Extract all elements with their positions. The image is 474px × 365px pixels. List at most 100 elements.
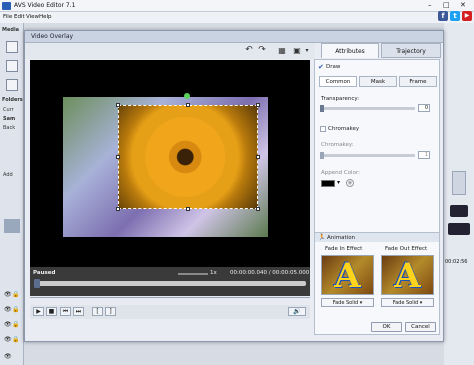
- eye-icon[interactable]: 👁: [4, 336, 12, 343]
- dialog-titlebar: Video Overlay: [25, 31, 443, 43]
- folder-item[interactable]: Curr: [3, 107, 23, 115]
- mode-frame-label: Frame: [409, 79, 427, 85]
- seek-knob[interactable]: [34, 279, 40, 288]
- transparency-knob[interactable]: [320, 105, 324, 112]
- preview-panel: Paused 1x 00:00:00.040 / 00:00:05.000: [30, 60, 310, 296]
- chevron-down-icon[interactable]: ▾: [301, 45, 313, 56]
- mode-mask[interactable]: Mask: [359, 76, 397, 87]
- media-button-3[interactable]: [6, 79, 18, 91]
- eyedropper-icon[interactable]: ◉: [346, 179, 354, 187]
- playback-status: Paused 1x 00:00:00.040 / 00:00:05.000: [30, 269, 310, 279]
- color-swatch[interactable]: [321, 180, 335, 187]
- resize-handle[interactable]: [116, 207, 120, 211]
- fade-out-preview[interactable]: A: [381, 255, 434, 296]
- chevron-down-icon[interactable]: ▾: [337, 179, 340, 186]
- grid-icon[interactable]: ▦: [276, 45, 288, 56]
- twitter-icon[interactable]: t: [450, 11, 460, 21]
- thumbnail[interactable]: [4, 219, 20, 233]
- add-button[interactable]: Add: [3, 172, 23, 180]
- ok-button[interactable]: OK: [371, 322, 402, 332]
- chromakey-slider[interactable]: [321, 154, 415, 157]
- transparency-label: Transparency:: [321, 96, 360, 102]
- eye-icon[interactable]: 👁: [4, 291, 12, 298]
- menu-file[interactable]: File: [3, 14, 12, 20]
- mark-out-button[interactable]: ]: [105, 307, 116, 316]
- animation-label: Animation: [327, 235, 356, 241]
- folder-item[interactable]: Sam: [3, 116, 23, 124]
- cancel-label: Cancel: [411, 324, 430, 330]
- video-canvas: [30, 60, 310, 267]
- youtube-icon[interactable]: ▶: [462, 11, 472, 21]
- resize-handle[interactable]: [116, 155, 120, 159]
- seek-bar[interactable]: [34, 281, 306, 286]
- resize-handle[interactable]: [116, 103, 120, 107]
- fade-out-value: Fade Solid: [392, 300, 419, 306]
- resize-handle[interactable]: [256, 155, 260, 159]
- speed-slider[interactable]: [178, 273, 208, 275]
- volume-control[interactable]: [448, 223, 470, 235]
- volume-control[interactable]: [450, 205, 468, 217]
- fade-in-select[interactable]: Fade Solid ▾: [321, 298, 374, 307]
- media-label: Media: [2, 27, 20, 33]
- draw-check-icon[interactable]: ✔: [318, 63, 324, 71]
- chromakey-checkbox[interactable]: [320, 126, 326, 132]
- next-frame-button[interactable]: ⏭: [73, 307, 84, 316]
- resize-handle[interactable]: [186, 207, 190, 211]
- resize-handle[interactable]: [186, 103, 190, 107]
- media-button-2[interactable]: [6, 60, 18, 72]
- prev-frame-button[interactable]: ⏮: [60, 307, 71, 316]
- app-logo-icon: [2, 2, 11, 10]
- left-panel: Media Folders Curr Sam Back Add 👁 🔒 👁 🔒 …: [0, 23, 24, 365]
- dialog-title: Video Overlay: [31, 33, 74, 40]
- menu-help[interactable]: Help: [39, 14, 52, 20]
- timecode: 00:02:56: [445, 259, 468, 265]
- right-panel: 00:02:56: [444, 23, 474, 365]
- redo-icon[interactable]: ↷: [256, 45, 268, 56]
- cancel-button[interactable]: Cancel: [405, 322, 436, 332]
- tab-trajectory[interactable]: Trajectory: [381, 43, 441, 58]
- facebook-icon[interactable]: f: [438, 11, 448, 21]
- time-readout: 00:00:00.040 / 00:00:05.000: [230, 270, 310, 276]
- transparency-slider[interactable]: [321, 107, 415, 110]
- maximize-icon[interactable]: □: [443, 1, 450, 9]
- app-title: AVS Video Editor 7.1: [14, 2, 76, 9]
- mark-in-button[interactable]: [: [92, 307, 103, 316]
- minimize-icon[interactable]: –: [428, 1, 432, 9]
- menu-edit[interactable]: Edit: [14, 14, 25, 20]
- eye-icon[interactable]: 👁: [4, 353, 12, 360]
- overlay-image[interactable]: [118, 105, 258, 209]
- chromakey-value[interactable]: 1: [418, 151, 430, 159]
- resize-handle[interactable]: [256, 103, 260, 107]
- timeline-ruler[interactable]: [30, 297, 310, 305]
- lock-icon[interactable]: 🔒: [12, 336, 19, 343]
- fade-in-preview[interactable]: A: [321, 255, 374, 296]
- lock-icon[interactable]: 🔒: [12, 306, 19, 313]
- tab-attributes[interactable]: Attributes: [321, 43, 379, 58]
- tab-attributes-label: Attributes: [335, 48, 365, 55]
- app-titlebar: AVS Video Editor 7.1 – □ ✕: [0, 0, 474, 12]
- lock-icon[interactable]: 🔒: [12, 321, 19, 328]
- close-icon[interactable]: ✕: [460, 1, 466, 9]
- resize-handle[interactable]: [256, 207, 260, 211]
- volume-button[interactable]: 🔊: [288, 307, 306, 316]
- eye-icon[interactable]: 👁: [4, 306, 12, 313]
- fade-out-select[interactable]: Fade Solid ▾: [381, 298, 434, 307]
- rotate-handle[interactable]: [184, 93, 190, 99]
- stop-button[interactable]: ■: [46, 307, 57, 316]
- mode-frame[interactable]: Frame: [399, 76, 437, 87]
- menu-bar: File Edit View Help: [0, 12, 474, 23]
- menu-view[interactable]: View: [26, 14, 39, 20]
- lock-icon[interactable]: 🔒: [12, 291, 19, 298]
- undo-icon[interactable]: ↶: [243, 45, 255, 56]
- side-control[interactable]: [452, 171, 466, 195]
- play-button[interactable]: ▶: [33, 307, 44, 316]
- draw-label: Draw: [326, 64, 341, 70]
- folder-item[interactable]: Back: [3, 125, 23, 133]
- chromakey-knob[interactable]: [320, 152, 324, 159]
- transparency-value[interactable]: 0: [418, 104, 430, 112]
- mode-common[interactable]: Common: [319, 76, 357, 87]
- fade-in-value: Fade Solid: [332, 300, 359, 306]
- eye-icon[interactable]: 👁: [4, 321, 12, 328]
- media-button-1[interactable]: [6, 41, 18, 53]
- attributes-panel: ✔ Draw Common Mask Frame Transparency: 0…: [314, 59, 440, 335]
